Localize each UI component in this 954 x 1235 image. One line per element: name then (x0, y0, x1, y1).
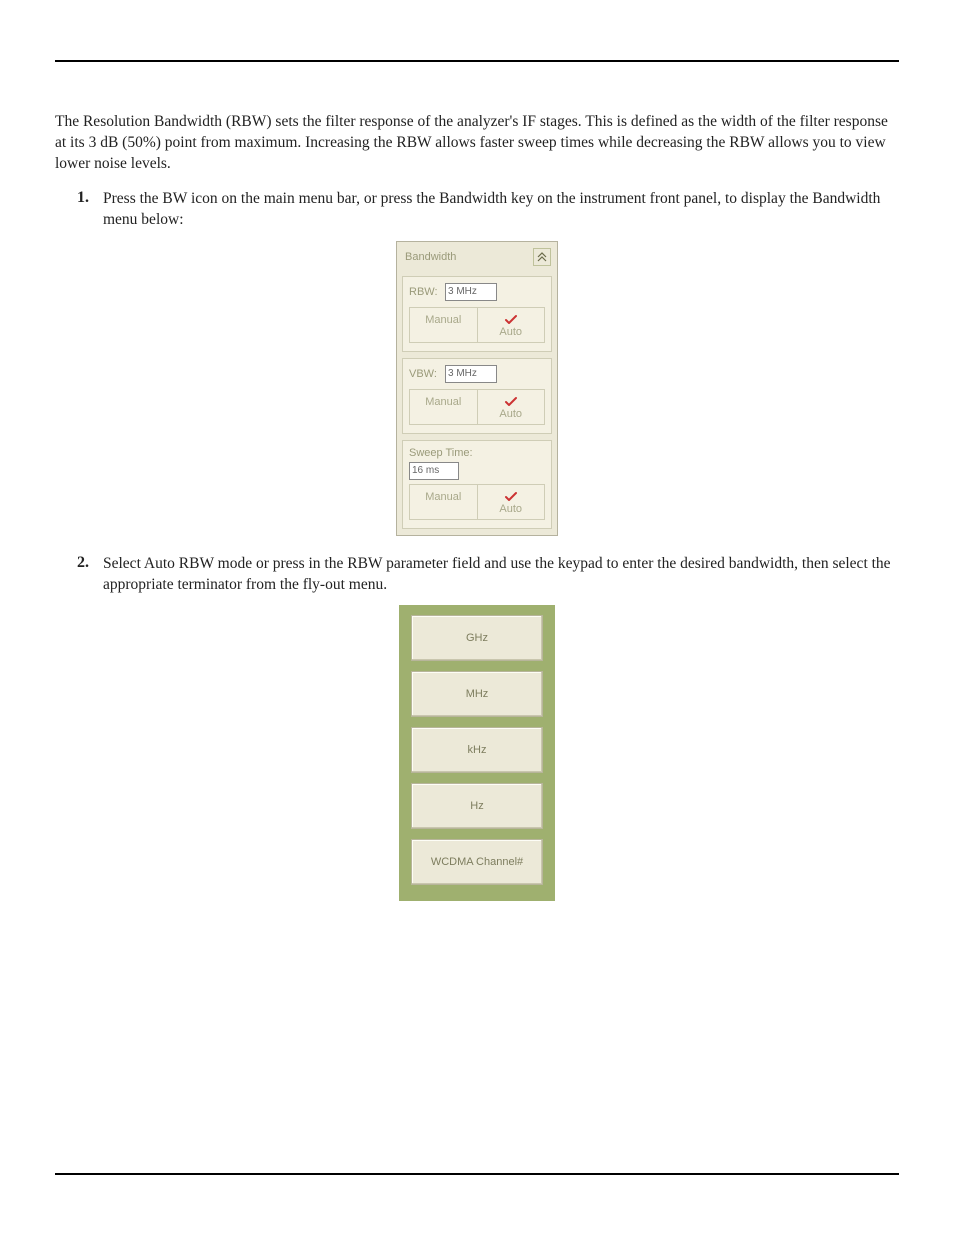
sweep-toggle: Manual Auto (409, 484, 545, 520)
unit-button-label: WCDMA Channel# (431, 856, 523, 868)
vbw-manual-button[interactable]: Manual (410, 390, 477, 424)
rbw-toggle: Manual Auto (409, 307, 545, 343)
sweep-manual-button[interactable]: Manual (410, 485, 477, 519)
rbw-input[interactable] (445, 283, 497, 301)
bandwidth-title: Bandwidth (405, 251, 456, 263)
unit-button-label: Hz (470, 800, 483, 812)
sweep-input[interactable] (409, 462, 459, 480)
sweep-auto-button[interactable]: Auto (477, 485, 545, 519)
unit-button-hz[interactable]: Hz (411, 783, 543, 829)
sweep-group: Sweep Time: Manual Auto (402, 440, 552, 529)
step-1: 1. Press the BW icon on the main menu ba… (55, 189, 899, 231)
step-1-number: 1. (77, 189, 103, 231)
rbw-manual-button[interactable]: Manual (410, 308, 477, 342)
check-icon (504, 314, 518, 325)
unit-button-label: GHz (466, 632, 488, 644)
rbw-auto-label: Auto (499, 326, 522, 338)
step-1-text: Press the BW icon on the main menu bar, … (103, 189, 899, 231)
sweep-manual-label: Manual (425, 491, 461, 503)
rbw-group: RBW: Manual Auto (402, 276, 552, 352)
chevron-up-icon (537, 252, 547, 262)
step-2: 2. Select Auto RBW mode or press in the … (55, 554, 899, 596)
vbw-auto-label: Auto (499, 408, 522, 420)
vbw-label: VBW: (409, 368, 445, 380)
bandwidth-panel: Bandwidth RBW: Manual (396, 241, 558, 536)
unit-button-khz[interactable]: kHz (411, 727, 543, 773)
unit-button-label: kHz (468, 744, 487, 756)
sweep-label: Sweep Time: (409, 447, 545, 459)
intro-paragraph: The Resolution Bandwidth (RBW) sets the … (55, 112, 899, 175)
bandwidth-titlebar: Bandwidth (397, 242, 557, 272)
collapse-button[interactable] (533, 248, 551, 266)
unit-button-wcdma-channel[interactable]: WCDMA Channel# (411, 839, 543, 885)
check-icon (504, 491, 518, 502)
step-2-number: 2. (77, 554, 103, 596)
vbw-group: VBW: Manual Auto (402, 358, 552, 434)
unit-button-mhz[interactable]: MHz (411, 671, 543, 717)
unit-button-label: MHz (466, 688, 489, 700)
vbw-auto-button[interactable]: Auto (477, 390, 545, 424)
sweep-auto-label: Auto (499, 503, 522, 515)
step-2-text: Select Auto RBW mode or press in the RBW… (103, 554, 899, 596)
rbw-auto-button[interactable]: Auto (477, 308, 545, 342)
rbw-label: RBW: (409, 286, 445, 298)
vbw-toggle: Manual Auto (409, 389, 545, 425)
unit-button-ghz[interactable]: GHz (411, 615, 543, 661)
top-divider (55, 60, 899, 62)
rbw-manual-label: Manual (425, 314, 461, 326)
vbw-input[interactable] (445, 365, 497, 383)
vbw-manual-label: Manual (425, 396, 461, 408)
unit-flyout-panel: GHz MHz kHz Hz WCDMA Channel# (399, 605, 555, 901)
bottom-divider (55, 1173, 899, 1175)
check-icon (504, 396, 518, 407)
